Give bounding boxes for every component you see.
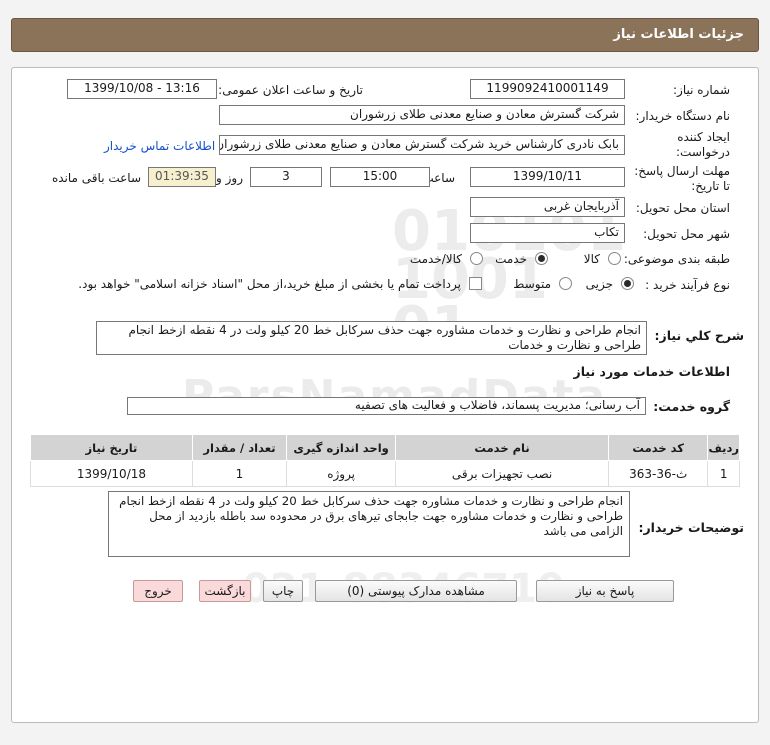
category-option-goods: کالا	[583, 252, 600, 266]
services-section-title: اطلاعات خدمات مورد نیاز	[573, 364, 731, 379]
creator-label-line2: درخواست:	[676, 145, 730, 159]
process-radio-medium[interactable]	[559, 277, 572, 290]
cell-row: 1	[707, 460, 740, 487]
need-number-value: 1199092410001149	[470, 79, 625, 99]
cell-service-name: نصب تجهیزات برقی	[395, 460, 609, 487]
page-header: جزئیات اطلاعات نیاز	[11, 18, 759, 52]
remaining-time-value: 01:39:35	[148, 167, 216, 187]
summary-label: شرح کلي نياز:	[654, 328, 744, 343]
process-option-minor: جزیی	[585, 277, 613, 291]
services-table: ردیف کد خدمت نام خدمت واحد اندازه گیری ت…	[30, 434, 740, 487]
buyer-org-label: نام دستگاه خریدار:	[635, 109, 731, 123]
process-label: نوع فرآیند خرید :	[645, 278, 730, 292]
treasury-checkbox[interactable]	[469, 277, 482, 290]
process-option-medium: متوسط	[513, 277, 551, 291]
col-unit: واحد اندازه گیری	[286, 434, 397, 461]
category-option-goods-service: کالا/خدمت	[409, 252, 462, 266]
creator-value: بابک نادری کارشناس خرید شرکت گسترش معادن…	[219, 135, 625, 155]
category-label: طبقه بندی موضوعی:	[623, 252, 730, 266]
table-row: 1 ث-36-363 نصب تجهیزات برقی پروژه 1 1399…	[30, 460, 740, 487]
remaining-days-value: 3	[250, 167, 322, 187]
col-quantity: تعداد / مقدار	[191, 434, 288, 461]
details-panel: 010101100101 ParsNamadData 021-88346710 …	[11, 67, 759, 723]
cell-quantity: 1	[191, 460, 288, 487]
exit-button[interactable]: خروج	[133, 580, 183, 602]
payment-note: پرداخت تمام یا بخشی از مبلغ خرید،از محل …	[78, 277, 461, 291]
category-radio-service[interactable]	[535, 252, 548, 265]
cell-unit: پروژه	[286, 460, 397, 487]
process-radio-minor[interactable]	[621, 277, 634, 290]
summary-value: انجام طراحی و نظارت و خدمات مشاوره جهت ح…	[96, 321, 647, 355]
col-service-code: کد خدمت	[607, 434, 709, 461]
announce-date-value: 1399/10/08 - 13:16	[67, 79, 217, 99]
reply-button[interactable]: پاسخ به نیاز	[536, 580, 674, 602]
category-radio-goods-service[interactable]	[470, 252, 483, 265]
services-table-header: ردیف کد خدمت نام خدمت واحد اندازه گیری ت…	[30, 434, 740, 461]
deadline-label-line2: تا تاریخ:	[691, 179, 730, 193]
deadline-label-line1: مهلت ارسال پاسخ:	[634, 164, 730, 178]
print-button[interactable]: چاپ	[263, 580, 303, 602]
province-label: استان محل تحویل:	[635, 201, 730, 215]
deadline-date-value: 1399/10/11	[470, 167, 625, 187]
col-service-name: نام خدمت	[395, 434, 609, 461]
creator-label-line1: ایجاد کننده	[677, 130, 730, 144]
cell-service-code: ث-36-363	[607, 460, 709, 487]
category-radio-goods[interactable]	[608, 252, 621, 265]
remaining-time-label: ساعت باقی مانده	[51, 171, 141, 185]
buyer-desc-value: انجام طراحی و نظارت و خدمات مشاوره جهت ح…	[108, 491, 630, 557]
buyer-desc-label: توضیحات خریدار:	[638, 520, 744, 535]
buyer-org-value: شرکت گسترش معادن و صنایع معدنی طلای زرشو…	[219, 105, 625, 125]
city-value: تکاب	[470, 223, 625, 243]
cell-need-date: 1399/10/18	[30, 460, 193, 487]
buyer-contact-link[interactable]: اطلاعات تماس خریدار	[104, 139, 215, 153]
attachments-button[interactable]: مشاهده مدارک پیوستی (0)	[315, 580, 517, 602]
city-label: شهر محل تحویل:	[643, 227, 730, 241]
col-row: ردیف	[707, 434, 740, 461]
service-group-value: آب رسانی؛ مدیریت پسماند، فاضلاب و فعالیت…	[127, 397, 646, 415]
deadline-time-value: 15:00	[330, 167, 430, 187]
back-button[interactable]: بازگشت	[199, 580, 251, 602]
service-group-label: گروه خدمت:	[653, 399, 730, 414]
province-value: آذربایجان غربی	[470, 197, 625, 217]
page-title: جزئیات اطلاعات نیاز	[613, 27, 744, 42]
announce-date-label: تاریخ و ساعت اعلان عمومی:	[218, 83, 363, 97]
remaining-days-label: روز و	[216, 171, 243, 185]
need-number-label: شماره نیاز:	[673, 83, 730, 97]
category-option-service: خدمت	[495, 252, 527, 266]
col-need-date: تاریخ نیاز	[30, 434, 193, 461]
